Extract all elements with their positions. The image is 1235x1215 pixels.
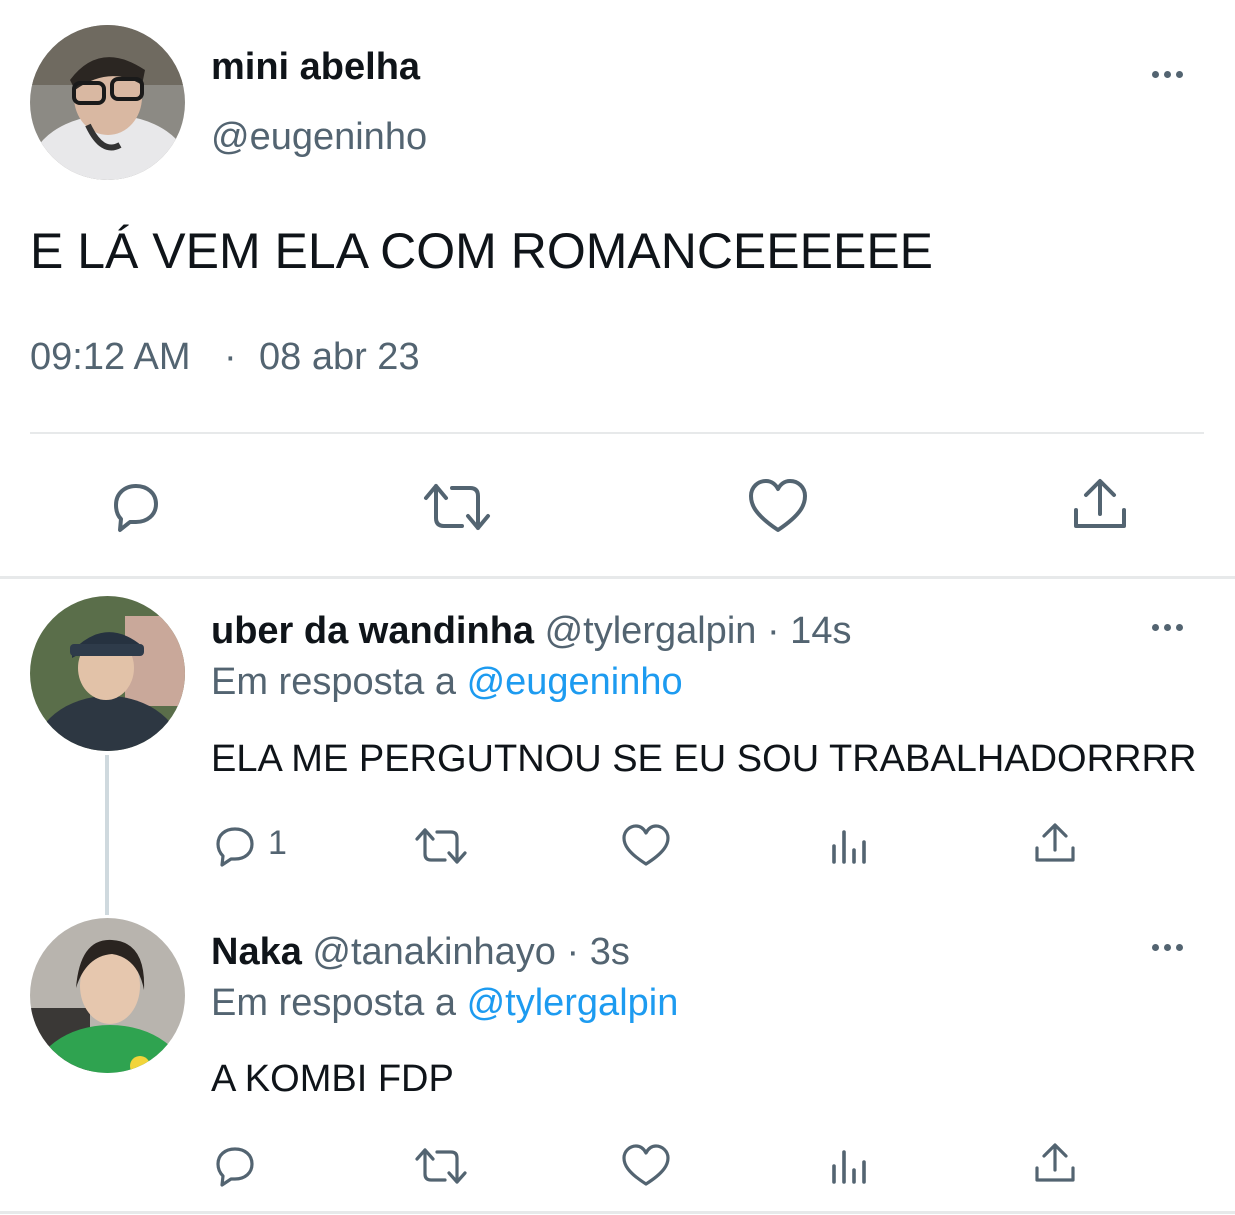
reply-icon[interactable] <box>213 824 257 868</box>
retweet-icon[interactable] <box>414 824 468 868</box>
retweet-icon[interactable] <box>422 478 492 536</box>
reply-context-mention[interactable]: @eugeninho <box>467 661 683 703</box>
more-options-icon[interactable] <box>1152 624 1183 631</box>
reply-handle[interactable]: @tylergalpin <box>545 610 757 652</box>
retweet-icon[interactable] <box>414 1144 468 1188</box>
divider <box>0 576 1235 579</box>
reply-context-mention[interactable]: @tylergalpin <box>467 982 679 1024</box>
share-icon[interactable] <box>1034 1142 1076 1186</box>
divider <box>30 432 1204 434</box>
reply-display-name[interactable]: uber da wandinha <box>211 610 534 652</box>
like-icon[interactable] <box>748 478 808 536</box>
reply-context-prefix: Em resposta a <box>211 661 456 703</box>
thread-line <box>105 755 109 915</box>
tweet-time[interactable]: 09:12 AM <box>30 336 191 379</box>
author-display-name[interactable]: mini abelha <box>211 46 420 89</box>
tweet-date[interactable]: 08 abr 23 <box>259 336 420 379</box>
share-icon[interactable] <box>1072 476 1128 534</box>
reply-context-prefix: Em resposta a <box>211 982 456 1024</box>
more-options-icon[interactable] <box>1152 944 1183 951</box>
reply-text: A KOMBI FDP <box>211 1058 454 1100</box>
reply-header: uber da wandinha @tylergalpin · 14s <box>211 610 851 653</box>
reply-icon[interactable] <box>213 1144 257 1188</box>
reply-avatar[interactable] <box>30 918 185 1073</box>
share-icon[interactable] <box>1034 822 1076 866</box>
like-icon[interactable] <box>622 1144 670 1188</box>
tweet-text: E LÁ VEM ELA COM ROMANCEEEEEE <box>30 223 934 279</box>
reply-display-name[interactable]: Naka <box>211 931 302 973</box>
like-icon[interactable] <box>622 824 670 868</box>
meta-separator: · <box>224 336 237 378</box>
author-avatar[interactable] <box>30 25 185 180</box>
views-icon[interactable] <box>830 826 870 866</box>
reply-context: Em resposta a @tylergalpin <box>211 982 678 1025</box>
views-icon[interactable] <box>830 1146 870 1186</box>
reply-count: 1 <box>268 824 287 862</box>
more-options-icon[interactable] <box>1152 71 1183 78</box>
reply-icon[interactable] <box>106 478 164 536</box>
reply-age[interactable]: · 14s <box>767 610 851 652</box>
author-handle[interactable]: @eugeninho <box>211 116 427 159</box>
reply-age[interactable]: · 3s <box>566 931 629 973</box>
reply-context: Em resposta a @eugeninho <box>211 661 683 704</box>
reply-text: ELA ME PERGUTNOU SE EU SOU TRABALHADORRR… <box>211 738 1197 780</box>
reply-header: Naka @tanakinhayo · 3s <box>211 931 630 974</box>
reply-avatar[interactable] <box>30 596 185 751</box>
reply-handle[interactable]: @tanakinhayo <box>312 931 556 973</box>
divider <box>0 1211 1235 1214</box>
